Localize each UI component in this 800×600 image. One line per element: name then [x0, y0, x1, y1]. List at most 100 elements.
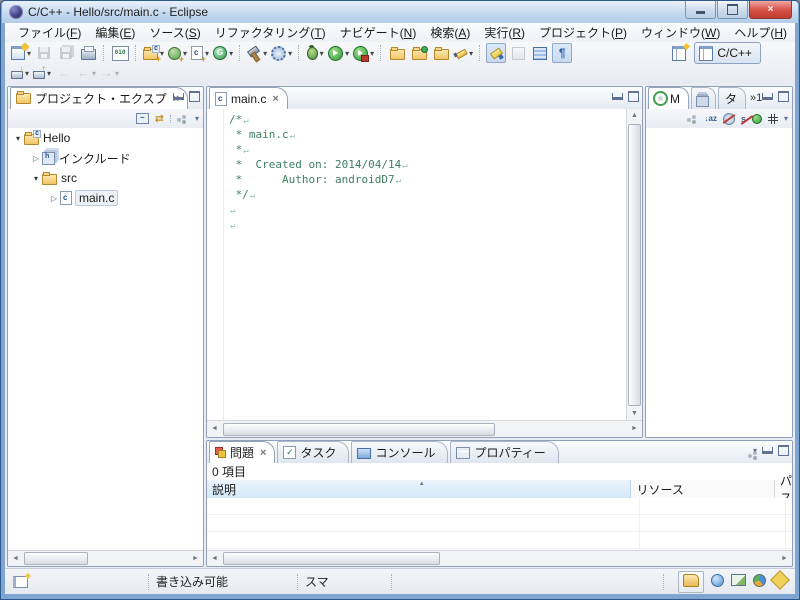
task-view-tab[interactable]: タ — [718, 87, 746, 109]
column-description[interactable]: 説明 ▲ — [207, 480, 631, 498]
title-bar[interactable]: C/C++ - Hello/src/main.c - Eclipse × — [2, 1, 798, 23]
grid-filter-icon[interactable] — [768, 114, 778, 124]
annotation-ruler[interactable] — [207, 109, 224, 421]
scroll-right-icon[interactable]: ► — [627, 422, 642, 436]
menu-help[interactable]: ヘルプ(H) — [727, 22, 794, 43]
column-resource[interactable]: リソース — [631, 480, 775, 498]
export-button[interactable]: ↑▾ — [32, 63, 52, 83]
scroll-right-icon[interactable]: ► — [188, 552, 203, 566]
editor-vscrollbar[interactable]: ▲ ▼ — [626, 109, 642, 421]
window-minimize-button[interactable] — [685, 1, 716, 19]
collapse-all-icon[interactable]: − — [136, 113, 149, 124]
build-hand-icon[interactable] — [683, 574, 699, 587]
menu-edit[interactable]: 編集(E) — [88, 22, 142, 43]
collapsed-arrow-icon[interactable]: ▷ — [48, 194, 60, 203]
tree-node-hello[interactable]: ▾ c Hello — [8, 128, 203, 148]
crystal-ball-icon[interactable] — [711, 574, 724, 587]
show-whitespace-button[interactable]: ¶ — [552, 43, 572, 63]
minimize-view-icon[interactable] — [762, 93, 773, 100]
make-targets-tab[interactable]: M — [648, 87, 689, 109]
image-report-icon[interactable] — [731, 574, 746, 586]
maximize-view-icon[interactable] — [778, 91, 789, 102]
back-button[interactable]: ←▾ — [76, 63, 97, 83]
collapsed-arrow-icon[interactable]: ▷ — [30, 154, 42, 163]
scroll-down-icon[interactable]: ▼ — [627, 407, 642, 421]
minimize-view-icon[interactable] — [173, 93, 184, 100]
tasks-tab[interactable]: ✓ タスク — [277, 441, 349, 463]
tree-node-mainc[interactable]: ▷ c main.c — [8, 188, 203, 208]
maximize-view-icon[interactable] — [778, 445, 789, 456]
next-annotation-button[interactable] — [508, 43, 528, 63]
hide-static-icon[interactable]: s — [741, 114, 746, 124]
window-close-button[interactable]: × — [749, 1, 792, 19]
view-menu-chevron-icon[interactable]: ▾ — [195, 114, 199, 123]
explorer-hscrollbar[interactable]: ◄ ► — [8, 550, 203, 566]
stacked-view-tab[interactable] — [691, 87, 716, 109]
close-icon[interactable]: × — [272, 93, 278, 105]
menu-refactor[interactable]: リファクタリング(T) — [208, 22, 333, 43]
code-editor[interactable]: /*↵ * main.c↵ *↵ * Created on: 2014/04/1… — [207, 109, 627, 421]
last-edit-location-button[interactable]: ← — [54, 63, 74, 83]
new-cpp-class-button[interactable]: +▾ — [167, 43, 188, 63]
build-all-button[interactable]: ▾ — [270, 43, 293, 63]
expanded-arrow-icon[interactable]: ▾ — [12, 134, 24, 143]
editor-hscrollbar[interactable]: ◄ ► — [207, 420, 642, 437]
scroll-left-icon[interactable]: ◄ — [8, 552, 23, 566]
block-selection-button[interactable] — [530, 43, 550, 63]
minimize-view-icon[interactable] — [762, 447, 773, 454]
import-button[interactable]: ↓▾ — [10, 63, 30, 83]
collaboration-dots-icon[interactable] — [687, 115, 699, 123]
new-c-project-button[interactable]: c+▾ — [142, 43, 165, 63]
menu-run[interactable]: 実行(R) — [477, 22, 532, 43]
search-button[interactable]: ▾ — [453, 43, 474, 63]
close-icon[interactable]: × — [260, 447, 266, 459]
link-with-editor-icon[interactable]: ⇄ — [155, 112, 164, 125]
new-wizard-button[interactable]: ▾ — [10, 43, 32, 63]
save-button[interactable] — [34, 43, 54, 63]
sparkle-star-icon[interactable] — [770, 570, 790, 590]
minimize-view-icon[interactable] — [612, 93, 623, 100]
scroll-thumb[interactable] — [24, 552, 88, 565]
tree-node-src[interactable]: ▾ src — [8, 168, 203, 188]
menu-file[interactable]: ファイル(F) — [11, 22, 88, 43]
problems-tab[interactable]: 問題 × — [209, 441, 275, 463]
forward-button[interactable]: →▾ — [99, 63, 120, 83]
properties-tab[interactable]: プロパティー — [450, 441, 558, 463]
maximize-view-icon[interactable] — [628, 91, 639, 102]
new-c-file-button[interactable]: c+▾ — [190, 43, 210, 63]
cpp-perspective-button[interactable]: C/C++ — [694, 42, 761, 64]
problems-hscrollbar[interactable]: ◄ ► — [207, 550, 792, 566]
open-folder-b-button[interactable] — [409, 43, 429, 63]
expanded-arrow-icon[interactable]: ▾ — [30, 174, 42, 183]
run-button[interactable]: ▾ — [327, 43, 350, 63]
scroll-thumb[interactable] — [223, 423, 495, 436]
scroll-thumb[interactable] — [628, 124, 641, 406]
project-explorer-tab[interactable]: プロジェクト・エクスプ × — [10, 87, 188, 109]
new-wizard-extra-button[interactable]: G▾ — [212, 43, 234, 63]
maximize-view-icon[interactable] — [189, 91, 200, 102]
debug-button[interactable]: ▾ — [305, 43, 325, 63]
sort-az-icon[interactable]: ↓az — [705, 114, 717, 123]
view-menu-chevron-icon[interactable]: ▾ — [784, 114, 788, 123]
console-tab[interactable]: コンソール — [351, 441, 448, 463]
usage-pie-icon[interactable] — [753, 574, 766, 587]
scroll-left-icon[interactable]: ◄ — [207, 552, 222, 566]
hide-fields-icon[interactable] — [723, 113, 735, 125]
open-folder-c-button[interactable] — [431, 43, 451, 63]
fast-view-icon[interactable] — [13, 576, 28, 588]
scroll-thumb[interactable] — [223, 552, 440, 565]
tree-node-includes[interactable]: ▷ h インクルード — [8, 148, 203, 168]
menu-window[interactable]: ウィンドウ(W) — [634, 22, 727, 43]
menu-search[interactable]: 検索(A) — [423, 22, 477, 43]
hide-non-public-icon[interactable] — [752, 114, 762, 124]
binary-toggle-button[interactable]: 010 — [110, 43, 130, 63]
mark-occurrences-button[interactable] — [486, 43, 506, 63]
print-button[interactable] — [78, 43, 98, 63]
menu-source[interactable]: ソース(S) — [142, 22, 207, 43]
scroll-right-icon[interactable]: ► — [777, 552, 792, 566]
view-menu-dots-icon[interactable] — [177, 115, 189, 123]
save-all-button[interactable] — [56, 43, 76, 63]
menu-navigate[interactable]: ナビゲート(N) — [333, 22, 424, 43]
open-perspective-button[interactable] — [669, 43, 689, 63]
window-maximize-button[interactable] — [717, 1, 748, 19]
